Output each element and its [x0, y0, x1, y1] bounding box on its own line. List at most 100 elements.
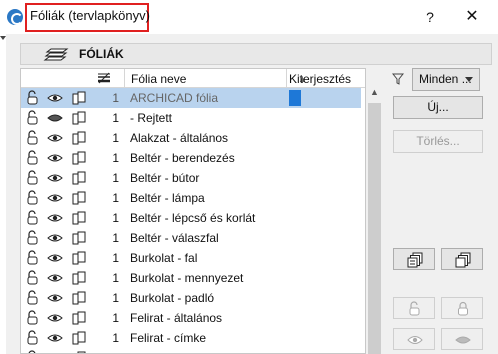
layer-name[interactable]: Felirat - címke	[130, 328, 290, 348]
layer-name[interactable]: Felirat - általános	[130, 308, 290, 328]
layer-name[interactable]: - Rejtett	[130, 108, 290, 128]
table-row[interactable]: 1 Beltér - lámpa	[21, 188, 361, 208]
eye-icon[interactable]	[47, 268, 65, 288]
intersection-group-number[interactable]: 1	[107, 308, 119, 328]
solid-wireframe-icon[interactable]	[71, 348, 89, 353]
vertical-scrollbar[interactable]: ▲	[368, 87, 381, 354]
layer-name[interactable]: Beltér - bútor	[130, 168, 290, 188]
eye-icon[interactable]	[47, 188, 65, 208]
unlocked-icon[interactable]	[25, 288, 43, 308]
layer-name[interactable]: Beltér - lépcső és korlát	[130, 208, 290, 228]
table-row[interactable]: 1 Felirat - szerkezet	[21, 348, 361, 353]
unlock-all-button[interactable]	[393, 297, 435, 319]
layer-name[interactable]: Alakzat - általános	[130, 128, 290, 148]
close-button[interactable]: ✕	[462, 7, 482, 27]
table-row[interactable]: 1 Beltér - válaszfal	[21, 228, 361, 248]
delete-layer-button[interactable]: Törlés...	[393, 130, 483, 153]
duplicate-layer-button[interactable]	[441, 248, 483, 270]
lock-all-button[interactable]	[441, 297, 483, 319]
layer-name[interactable]: ARCHICAD fólia	[130, 88, 290, 108]
column-divider[interactable]	[124, 69, 125, 88]
help-button[interactable]: ?	[420, 7, 440, 27]
intersection-group-number[interactable]: 1	[107, 168, 119, 188]
table-row[interactable]: 1 Burkolat - mennyezet	[21, 268, 361, 288]
eye-icon[interactable]	[47, 128, 65, 148]
solid-wireframe-icon[interactable]	[71, 88, 89, 108]
intersection-group-number[interactable]: 1	[107, 268, 119, 288]
eye-icon[interactable]	[47, 328, 65, 348]
unlocked-icon[interactable]	[25, 328, 43, 348]
layer-name[interactable]: Beltér - berendezés	[130, 148, 290, 168]
solid-wireframe-icon[interactable]	[71, 248, 89, 268]
unlocked-icon[interactable]	[25, 308, 43, 328]
section-header[interactable]: FÓLIÁK	[20, 43, 492, 65]
eye-icon[interactable]	[47, 288, 65, 308]
solid-wireframe-icon[interactable]	[71, 268, 89, 288]
new-layer-button[interactable]: Új...	[393, 96, 483, 119]
eye-icon[interactable]	[47, 248, 65, 268]
eye-icon[interactable]	[47, 228, 65, 248]
layer-name[interactable]: Beltér - lámpa	[130, 188, 290, 208]
intersection-group-number[interactable]: 1	[107, 188, 119, 208]
unlocked-icon[interactable]	[25, 88, 43, 108]
table-row[interactable]: 1 Felirat - címke	[21, 328, 361, 348]
unlocked-icon[interactable]	[25, 188, 43, 208]
column-header-name[interactable]: Fólia neve	[131, 72, 186, 86]
solid-wireframe-icon[interactable]	[71, 148, 89, 168]
table-row[interactable]: 1 ARCHICAD fólia	[21, 88, 361, 108]
intersection-group-number[interactable]: 1	[107, 328, 119, 348]
intersection-group-number[interactable]: 1	[107, 148, 119, 168]
eye-hidden-icon[interactable]	[47, 108, 65, 128]
table-row[interactable]: 1 Beltér - bútor	[21, 168, 361, 188]
solid-wireframe-icon[interactable]	[71, 168, 89, 188]
unlocked-icon[interactable]	[25, 248, 43, 268]
table-row[interactable]: 1 Beltér - lépcső és korlát	[21, 208, 361, 228]
unlocked-icon[interactable]	[25, 168, 43, 188]
layer-name[interactable]: Beltér - válaszfal	[130, 228, 290, 248]
intersection-group-number[interactable]: 1	[107, 248, 119, 268]
hide-all-button[interactable]	[441, 328, 483, 350]
solid-wireframe-icon[interactable]	[71, 228, 89, 248]
eye-icon[interactable]	[47, 148, 65, 168]
table-row[interactable]: 1 Felirat - általános	[21, 308, 361, 328]
solid-wireframe-icon[interactable]	[71, 288, 89, 308]
unlocked-icon[interactable]	[25, 348, 43, 353]
eye-icon[interactable]	[47, 168, 65, 188]
layer-name[interactable]: Burkolat - fal	[130, 248, 290, 268]
eye-icon[interactable]	[47, 308, 65, 328]
intersection-group-number[interactable]: 1	[107, 228, 119, 248]
column-header-extension[interactable]: Kiterjesztés	[289, 72, 351, 86]
table-row[interactable]: 1 - Rejtett	[21, 108, 361, 128]
table-row[interactable]: 1 Burkolat - fal	[21, 248, 361, 268]
solid-wireframe-icon[interactable]	[71, 208, 89, 228]
eye-icon[interactable]	[47, 208, 65, 228]
pen-weight-icon[interactable]	[97, 72, 111, 84]
layer-name[interactable]: Burkolat - padló	[130, 288, 290, 308]
solid-wireframe-icon[interactable]	[71, 328, 89, 348]
unlocked-icon[interactable]	[25, 268, 43, 288]
table-row[interactable]: 1 Beltér - berendezés	[21, 148, 361, 168]
eye-icon[interactable]	[47, 88, 65, 108]
table-row[interactable]: 1 Alakzat - általános	[21, 128, 361, 148]
unlocked-icon[interactable]	[25, 148, 43, 168]
show-all-button[interactable]	[393, 328, 435, 350]
scroll-track[interactable]	[368, 103, 381, 354]
layer-combination-button[interactable]	[393, 248, 435, 270]
layer-name[interactable]: Felirat - szerkezet	[130, 348, 290, 353]
unlocked-icon[interactable]	[25, 208, 43, 228]
eye-icon[interactable]	[47, 348, 65, 353]
column-divider[interactable]	[286, 69, 287, 88]
intersection-group-number[interactable]: 1	[107, 208, 119, 228]
layer-name[interactable]: Burkolat - mennyezet	[130, 268, 290, 288]
solid-wireframe-icon[interactable]	[71, 188, 89, 208]
intersection-group-number[interactable]: 1	[107, 128, 119, 148]
intersection-group-number[interactable]: 1	[107, 348, 119, 353]
filter-dropdown[interactable]: Minden ...	[412, 68, 480, 91]
extension-swatch[interactable]	[289, 90, 301, 106]
intersection-group-number[interactable]: 1	[107, 288, 119, 308]
solid-wireframe-icon[interactable]	[71, 128, 89, 148]
unlocked-icon[interactable]	[25, 228, 43, 248]
unlocked-icon[interactable]	[25, 128, 43, 148]
unlocked-icon[interactable]	[25, 108, 43, 128]
solid-wireframe-icon[interactable]	[71, 308, 89, 328]
